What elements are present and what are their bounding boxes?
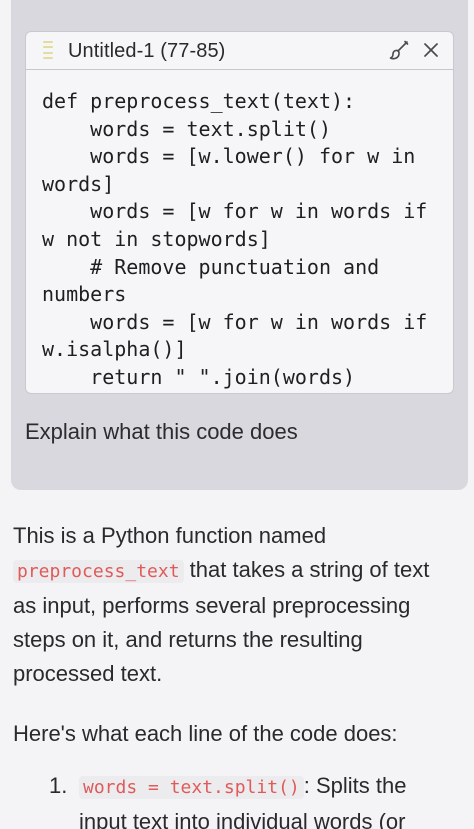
inline-code-step: words = text.split() xyxy=(79,776,304,799)
assistant-answer: This is a Python function named preproce… xyxy=(13,519,458,829)
list-item: 1. words = text.split(): Splits the inpu… xyxy=(13,769,458,829)
answer-paragraph-1: This is a Python function named preproce… xyxy=(13,519,458,691)
close-icon[interactable] xyxy=(419,38,443,62)
chat-view: Untitled-1 (77-85) def preprocess_text(t… xyxy=(0,0,474,829)
code-snippet-card: Untitled-1 (77-85) def preprocess_text(t… xyxy=(25,31,454,394)
paintbrush-icon[interactable] xyxy=(387,38,411,62)
steps-list: 1. words = text.split(): Splits the inpu… xyxy=(13,769,458,829)
inline-code-function-name: preprocess_text xyxy=(13,560,184,583)
drag-handle-icon[interactable] xyxy=(43,41,53,59)
answer-text: This is a Python function named xyxy=(13,523,327,548)
list-item-number: 1. xyxy=(49,773,68,798)
answer-paragraph-2: Here's what each line of the code does: xyxy=(13,721,398,746)
code-snippet: def preprocess_text(text): words = text.… xyxy=(42,89,428,389)
user-prompt-bubble: Untitled-1 (77-85) def preprocess_text(t… xyxy=(11,0,468,490)
code-card-header: Untitled-1 (77-85) xyxy=(26,32,453,70)
code-card-title: Untitled-1 (77-85) xyxy=(68,40,226,62)
prompt-text: Explain what this code does xyxy=(25,419,298,444)
